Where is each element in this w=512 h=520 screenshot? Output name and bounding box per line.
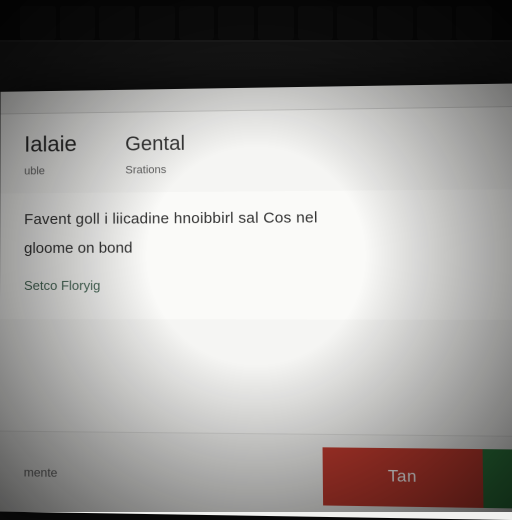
footer-note: mente xyxy=(24,465,58,480)
monitor-frame: Ialaie Gental uble Srations Favent goll … xyxy=(0,40,512,512)
screen: Ialaie Gental uble Srations Favent goll … xyxy=(0,83,512,520)
body-text-line-2: gloome on bond xyxy=(24,235,505,260)
dialog-subtabs: uble Srations xyxy=(0,160,512,193)
tab-side[interactable]: Gental xyxy=(125,133,185,157)
dialog-window: Ialaie Gental uble Srations Favent goll … xyxy=(0,106,512,520)
tab-main[interactable]: Ialaie xyxy=(24,131,77,157)
background-keyboard xyxy=(0,6,512,40)
body-text-line-1: Favent goll i liicadine hnoibbirl sal Co… xyxy=(24,206,505,232)
dialog-header: Ialaie Gental xyxy=(0,107,512,166)
dialog-body: Favent goll i liicadine hnoibbirl sal Co… xyxy=(0,189,512,320)
primary-action-button[interactable]: Tan xyxy=(323,447,484,508)
footer-button-group: Tan xyxy=(323,447,512,508)
subtab-1[interactable]: uble xyxy=(24,165,45,177)
secondary-action-button[interactable] xyxy=(483,449,512,509)
subtab-2[interactable]: Srations xyxy=(125,164,166,176)
dialog-footer: mente Tan xyxy=(0,431,512,520)
body-link[interactable]: Setco Floryig xyxy=(24,278,100,293)
